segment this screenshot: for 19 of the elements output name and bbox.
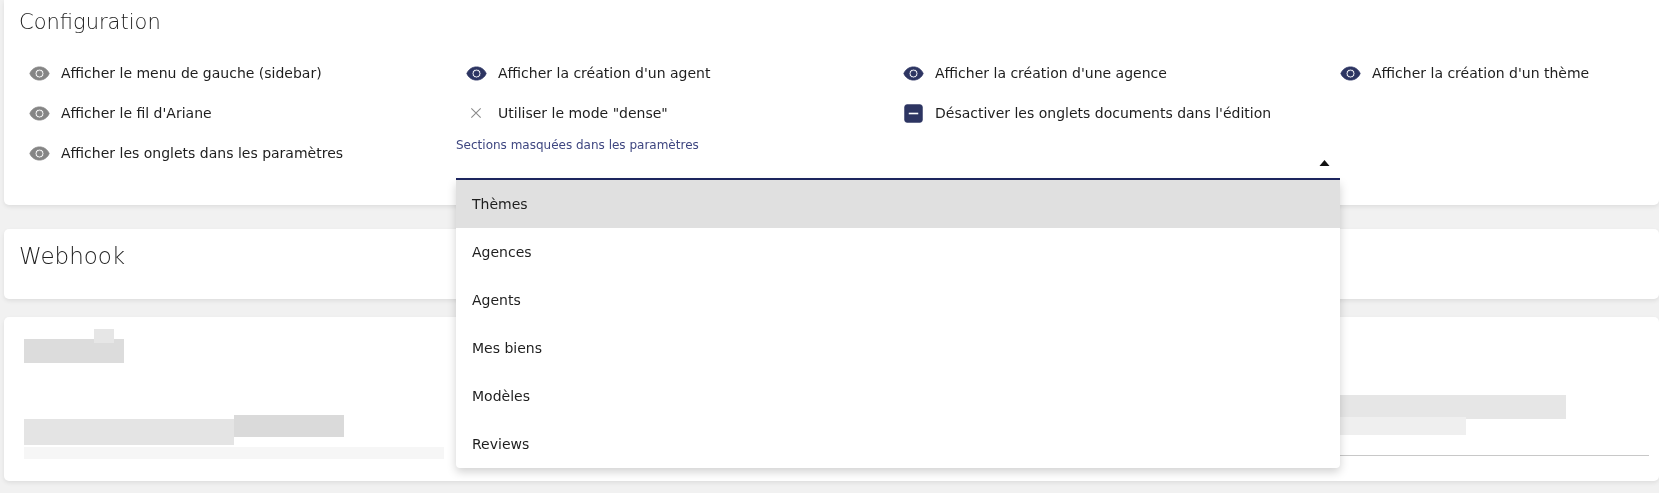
close-icon[interactable] xyxy=(468,105,484,121)
section-title: Webhook xyxy=(19,243,126,269)
option-label: Afficher la création d'une agence xyxy=(935,65,1167,81)
dropdown-item[interactable]: Modèles xyxy=(456,372,1340,420)
section-title: Configuration xyxy=(19,10,161,34)
option-label: Désactiver les onglets documents dans l'édition xyxy=(935,105,1272,121)
option-label: Afficher la création d'un thème xyxy=(1372,65,1590,81)
option-label: Afficher le fil d'Ariane xyxy=(61,105,212,121)
option-label: Afficher le menu de gauche (sidebar) xyxy=(61,65,322,81)
dropdown-item[interactable]: Mes biens xyxy=(456,324,1340,372)
dropdown-item[interactable]: Thèmes xyxy=(456,180,1340,228)
dropdown-item[interactable]: Agences xyxy=(456,228,1340,276)
option-label: Afficher la création d'un agent xyxy=(498,65,711,81)
dropdown-item[interactable]: Reviews xyxy=(456,420,1340,468)
option-label: Afficher les onglets dans les paramètres xyxy=(61,145,344,161)
option-label: Utiliser le mode "dense" xyxy=(498,105,668,121)
indeterminate-checkbox[interactable] xyxy=(903,102,924,124)
field-label: Sections masquées dans les paramètres xyxy=(456,138,699,152)
dropdown-item[interactable]: Agents xyxy=(456,276,1340,324)
